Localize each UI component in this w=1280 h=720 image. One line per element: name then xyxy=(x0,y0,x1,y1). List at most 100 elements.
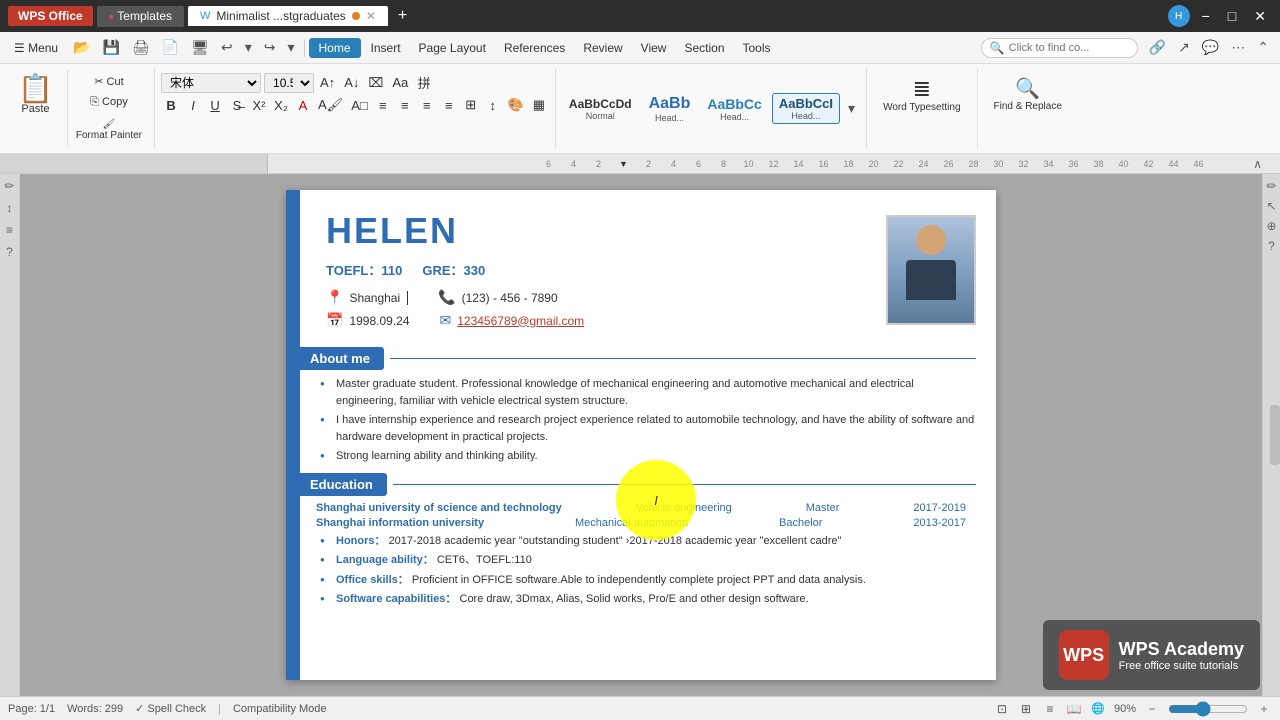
zoom-in-button[interactable]: + xyxy=(1256,701,1272,717)
font-color-button[interactable]: A xyxy=(293,97,313,114)
justify-button[interactable]: ≡ xyxy=(439,97,459,114)
menu-button[interactable]: ☰ Menu xyxy=(6,39,66,57)
layout-two-page[interactable]: ⊞ xyxy=(1018,701,1034,717)
redo-icon[interactable]: ↪ xyxy=(259,37,281,58)
list-item: Strong learning ability and thinking abi… xyxy=(316,448,976,465)
left-tool-2[interactable]: ↕ xyxy=(2,200,18,216)
strikethrough-button[interactable]: S̶ xyxy=(227,97,247,114)
zoom-out-button[interactable]: − xyxy=(1144,701,1160,717)
styles-expand-button[interactable]: ▾ xyxy=(843,98,860,119)
contact-row-1: 📍 Shanghai 📞 (123) - 456 - 7890 xyxy=(326,289,886,306)
screen-icon[interactable]: 🖥 xyxy=(186,37,214,58)
document-area: HELEN TOEFL：110 GRE：330 📍 xyxy=(20,174,1262,696)
wps-office-button[interactable]: WPS Office xyxy=(8,6,93,26)
left-tool-1[interactable]: ✏ xyxy=(2,178,18,194)
undo-icon[interactable]: ↩ xyxy=(216,37,238,58)
insert-tab[interactable]: Insert xyxy=(363,39,409,57)
section-tab[interactable]: Section xyxy=(676,39,732,57)
right-tool-zoom[interactable]: ⊕ xyxy=(1264,218,1280,234)
zoom-slider[interactable] xyxy=(1168,701,1248,717)
clear-format-button[interactable]: ⌧ xyxy=(365,74,386,92)
columns-button[interactable]: ⊞ xyxy=(461,96,481,114)
comment-icon[interactable]: 💬 xyxy=(1197,37,1224,58)
document-tab[interactable]: W Minimalist ...stgraduates ✕ xyxy=(188,6,388,26)
layout-outline[interactable]: ≡ xyxy=(1042,701,1058,717)
align-right-button[interactable]: ≡ xyxy=(417,97,437,114)
email-item: ✉ 123456789@gmail.com xyxy=(440,312,585,329)
right-tool-question[interactable]: ? xyxy=(1264,238,1280,254)
close-doc-icon[interactable]: ✕ xyxy=(366,9,376,23)
right-tool-pencil[interactable]: ✏ xyxy=(1264,178,1280,194)
shrink-font-button[interactable]: A↓ xyxy=(341,74,362,91)
print-icon[interactable]: 🖨 xyxy=(127,37,155,58)
edu-bullet-list: Honors： 2017-2018 academic year "outstan… xyxy=(306,533,976,608)
left-tool-4[interactable]: ? xyxy=(2,244,18,260)
word-typesetting-button[interactable]: ≣ Word Typesetting xyxy=(873,72,970,117)
font-family-select[interactable]: 宋体 xyxy=(161,73,261,93)
highlight-button[interactable]: A🖌 xyxy=(315,96,346,114)
search-box[interactable]: 🔍 xyxy=(981,38,1138,58)
templates-tab[interactable]: ▪ Templates xyxy=(97,6,184,27)
phone-item: 📞 (123) - 456 - 7890 xyxy=(438,289,558,306)
maximize-button[interactable]: □ xyxy=(1222,8,1242,24)
pdf-icon[interactable]: 📄 xyxy=(157,37,184,58)
line-spacing-button[interactable]: ↕ xyxy=(483,97,503,114)
shading-button[interactable]: 🎨 xyxy=(505,96,527,114)
dob-item: 📅 1998.09.24 xyxy=(326,312,410,329)
home-tab[interactable]: Home xyxy=(309,38,361,58)
superscript-button[interactable]: X² xyxy=(249,97,269,114)
case-button[interactable]: Aa xyxy=(389,74,411,91)
ruler-collapse-btn[interactable]: ∧ xyxy=(1253,157,1262,171)
find-replace-button[interactable]: 🔍 Find & Replace xyxy=(984,72,1072,116)
add-tab-button[interactable]: + xyxy=(392,7,413,25)
bold-button[interactable]: B xyxy=(161,97,181,114)
text-border-button[interactable]: A□ xyxy=(348,97,371,114)
grow-font-button[interactable]: A↑ xyxy=(317,74,338,91)
close-button[interactable]: ✕ xyxy=(1248,8,1272,25)
style-heading3[interactable]: AaBbCcI Head... xyxy=(772,93,840,124)
save-icon[interactable]: 💾 xyxy=(98,37,125,58)
right-tool-arrow[interactable]: ↖ xyxy=(1264,198,1280,214)
format-painter-button[interactable]: 🖌 Format Painter xyxy=(72,117,146,143)
collapse-ribbon-icon[interactable]: ⌃ xyxy=(1252,37,1274,58)
style-normal[interactable]: AaBbCcDd Normal xyxy=(562,94,639,124)
view-tab[interactable]: View xyxy=(633,39,675,57)
left-tool-3[interactable]: ≡ xyxy=(2,222,18,238)
paste-button[interactable]: 📋 Paste xyxy=(10,72,61,118)
border-button[interactable]: ▦ xyxy=(529,96,549,114)
subscript-button[interactable]: X₂ xyxy=(271,97,291,114)
align-center-button[interactable]: ≡ xyxy=(395,97,415,114)
right-sidebar: ✏ ↖ ⊕ ? xyxy=(1262,174,1280,696)
italic-button[interactable]: I xyxy=(183,97,203,114)
search-input[interactable] xyxy=(1009,42,1129,54)
more-icon[interactable]: ⋯ xyxy=(1226,37,1250,58)
export-icon[interactable]: ↗ xyxy=(1173,37,1195,58)
review-tab[interactable]: Review xyxy=(575,39,630,57)
cut-button[interactable]: ✂ Cut xyxy=(72,74,146,89)
layout-reading[interactable]: 📖 xyxy=(1066,701,1082,717)
lang-switch[interactable]: 🌐 xyxy=(1090,701,1106,717)
page-layout-tab[interactable]: Page Layout xyxy=(411,39,494,57)
style-heading1[interactable]: AaBb Head... xyxy=(642,92,698,126)
underline-button[interactable]: U xyxy=(205,97,225,114)
spell-check[interactable]: ✓ Spell Check xyxy=(135,702,206,715)
scroll-thumb[interactable] xyxy=(1270,405,1280,465)
city-item: 📍 Shanghai xyxy=(326,289,408,306)
references-tab[interactable]: References xyxy=(496,39,573,57)
font-size-select[interactable]: 10.5 xyxy=(264,73,314,93)
copy-button[interactable]: ⎘ Copy xyxy=(72,95,146,110)
font-row-2: B I U S̶ X² X₂ A A🖌 A□ ≡ ≡ ≡ ≡ ⊞ ↕ 🎨 ▦ xyxy=(161,96,549,114)
open-icon[interactable]: 📂 xyxy=(68,37,95,58)
minimize-button[interactable]: − xyxy=(1196,8,1216,24)
toefl-score: TOEFL：110 xyxy=(326,260,402,279)
layout-single-page[interactable]: ⊡ xyxy=(994,701,1010,717)
pinyin-button[interactable]: 拼 xyxy=(414,72,434,93)
find-icon: 🔍 xyxy=(1015,76,1040,101)
share-icon[interactable]: 🔗 xyxy=(1144,37,1171,58)
photo-placeholder xyxy=(888,215,974,325)
redo-dropdown-icon[interactable]: ▾ xyxy=(282,37,299,58)
style-heading2[interactable]: AaBbCc Head... xyxy=(700,93,768,125)
align-left-button[interactable]: ≡ xyxy=(373,97,393,114)
undo-dropdown-icon[interactable]: ▾ xyxy=(240,37,257,58)
tools-tab[interactable]: Tools xyxy=(735,39,779,57)
